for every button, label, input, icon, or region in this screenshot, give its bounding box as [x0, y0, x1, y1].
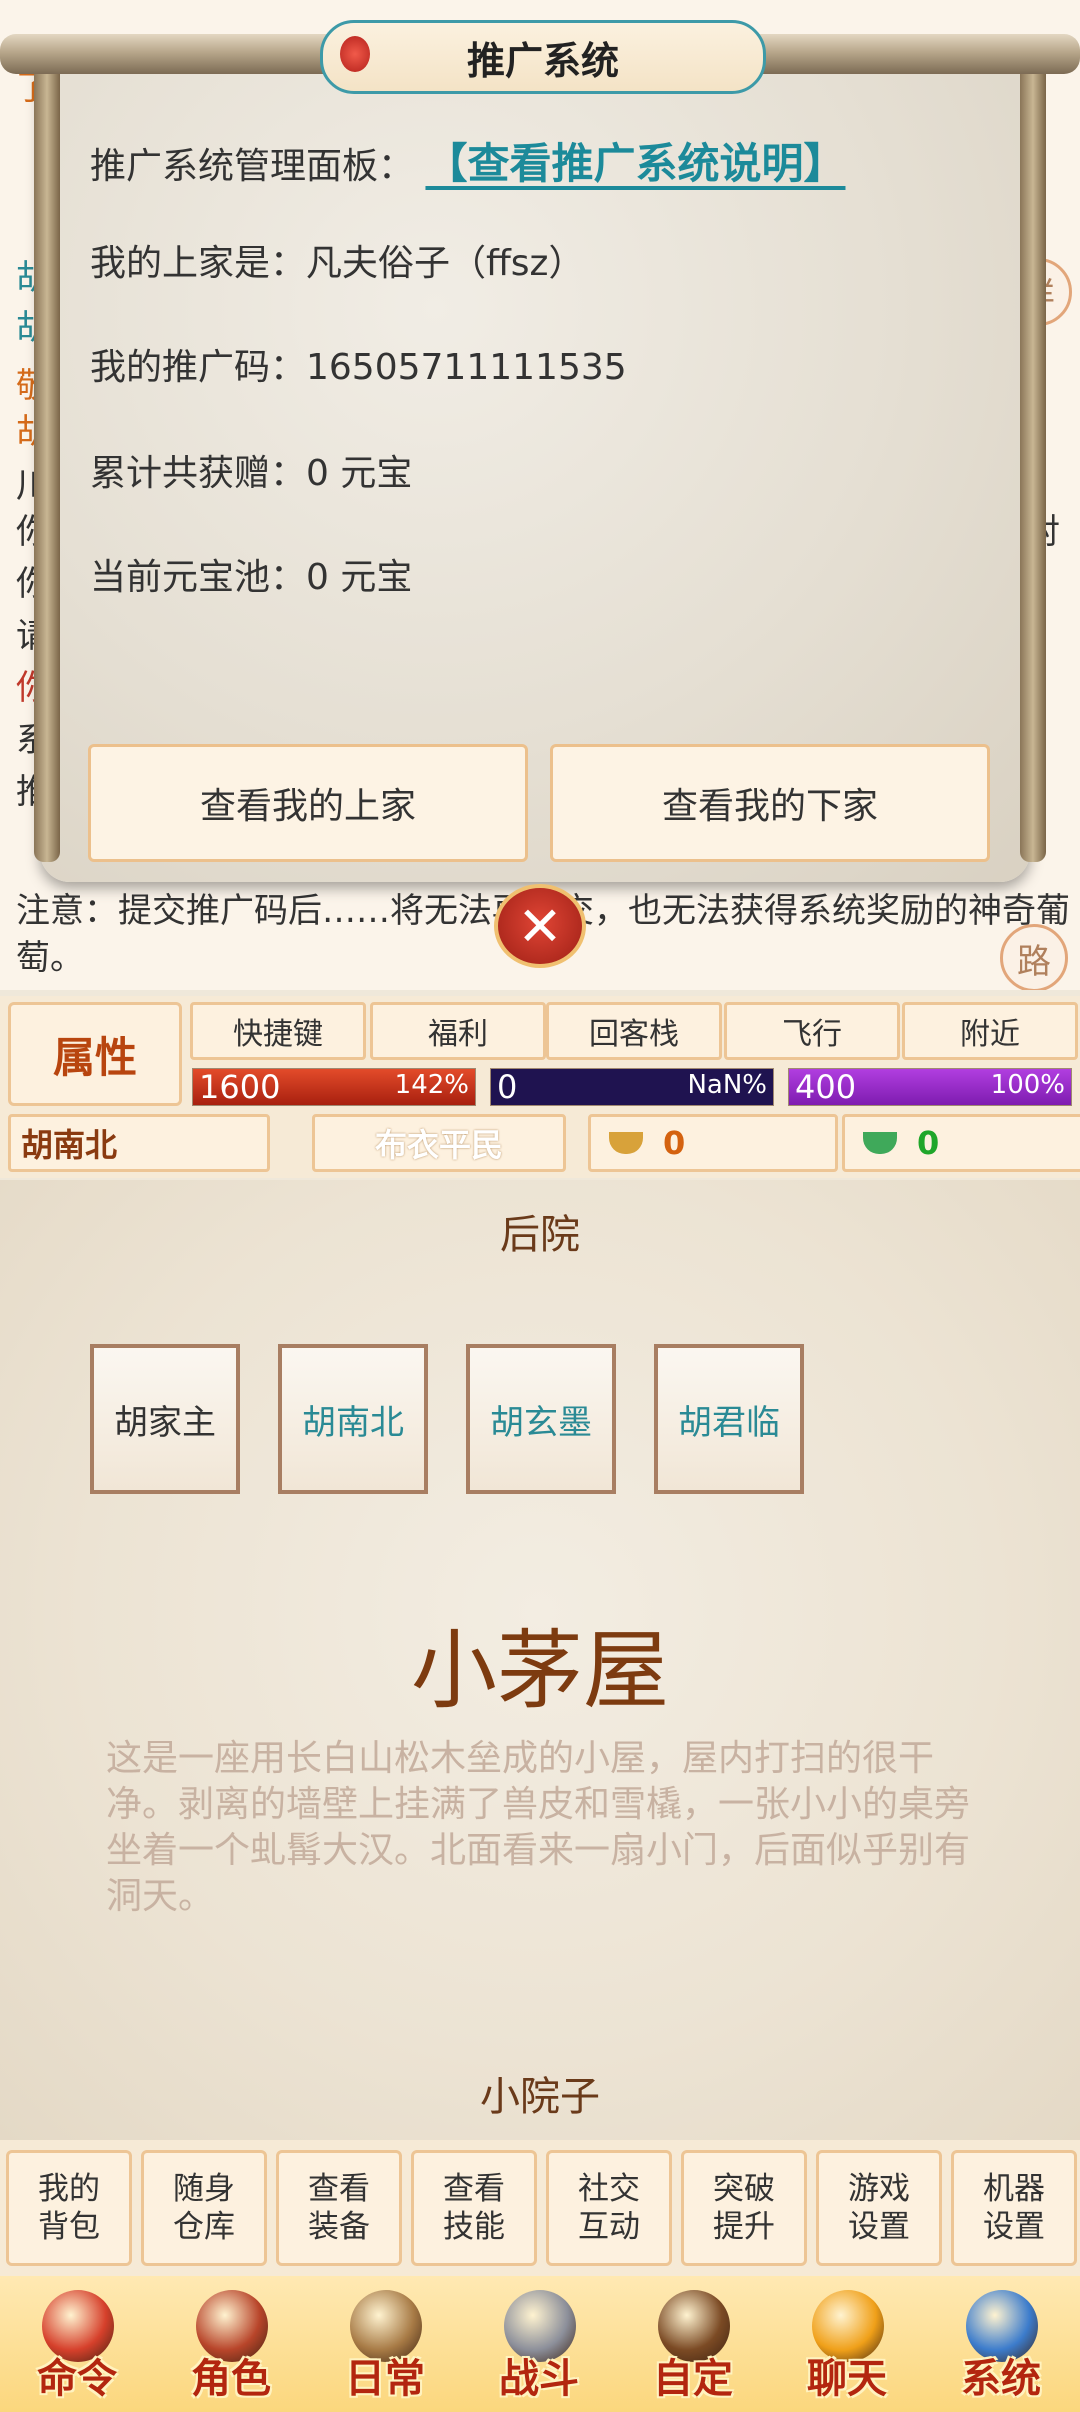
- tab-shortcuts[interactable]: 快捷键: [190, 1002, 366, 1060]
- nav-label: 角色: [191, 2355, 271, 2402]
- dialog-title-text: 推广系统: [466, 38, 619, 83]
- scroll-edge: [1020, 40, 1046, 862]
- view-upline-button[interactable]: 查看我的上家: [88, 744, 528, 862]
- nav-label: 系统: [961, 2355, 1041, 2402]
- exit-south[interactable]: 小院子: [0, 2064, 1080, 2122]
- tab-inn[interactable]: 回客栈: [546, 1002, 722, 1060]
- player-rank: 布衣平民: [312, 1114, 566, 1172]
- mp-bar: 0 NaN%: [490, 1068, 774, 1106]
- player-rank-text: 布衣平民: [374, 1126, 503, 1164]
- command-row: 我的 背包 随身 仓库 查看 装备 查看 技能 社交 互动 突破 提升 游戏 设置 机器 设置: [0, 2140, 1080, 2276]
- nav-character[interactable]: 角色: [156, 2276, 306, 2412]
- nav-label: 命令: [37, 2355, 117, 2402]
- nav-daily[interactable]: 日常: [310, 2276, 460, 2412]
- route-button[interactable]: 路: [1000, 924, 1068, 990]
- npc-card[interactable]: 胡君临: [654, 1344, 804, 1494]
- total-gift: 累计共获赠：0 元宝: [90, 453, 413, 494]
- storage-button[interactable]: 随身 仓库: [141, 2150, 267, 2266]
- skills-button[interactable]: 查看 技能: [411, 2150, 537, 2266]
- nav-label: 日常: [345, 2355, 425, 2402]
- view-downline-button[interactable]: 查看我的下家: [550, 744, 990, 862]
- hp-bar: 1600 142%: [192, 1068, 476, 1106]
- tab-fly[interactable]: 飞行: [724, 1002, 900, 1060]
- lantern-icon: [340, 36, 370, 72]
- exit-north[interactable]: 后院: [0, 1202, 1080, 1260]
- scroll-edge: [34, 40, 60, 862]
- backpack-button[interactable]: 我的 背包: [6, 2150, 132, 2266]
- close-icon[interactable]: ✕: [494, 884, 586, 968]
- exp-value: 400: [795, 1068, 857, 1106]
- player-name-text: 胡南北: [21, 1126, 118, 1164]
- npc-card[interactable]: 胡南北: [278, 1344, 428, 1494]
- gold-count: 0: [663, 1124, 686, 1162]
- game-settings-button[interactable]: 游戏 设置: [816, 2150, 942, 2266]
- silver-count: 0: [917, 1124, 940, 1162]
- panel-label: 推广系统管理面板：: [90, 146, 415, 187]
- nav-chat[interactable]: 聊天: [772, 2276, 922, 2412]
- social-button[interactable]: 社交 互动: [546, 2150, 672, 2266]
- dialog-title: 推广系统: [320, 20, 766, 94]
- panel-row: 推广系统管理面板： 【查看推广系统说明】: [90, 130, 845, 191]
- room-description: 这是一座用长白山松木垒成的小屋，屋内打扫的很干净。剥离的墙壁上挂满了兽皮和雪橇，…: [106, 1738, 971, 1917]
- bot-settings-button[interactable]: 机器 设置: [951, 2150, 1077, 2266]
- room-title: 小茅屋: [411, 1621, 669, 1721]
- gold-ingot: 0: [588, 1114, 838, 1172]
- help-link[interactable]: 【查看推广系统说明】: [425, 139, 845, 188]
- tab-nearby[interactable]: 附近: [902, 1002, 1078, 1060]
- promo-code: 我的推广码：16505711111535: [90, 347, 627, 388]
- nav-system[interactable]: 系统: [926, 2276, 1076, 2412]
- mp-percent: NaN%: [687, 1070, 767, 1100]
- npc-card[interactable]: 胡玄墨: [466, 1344, 616, 1494]
- gold-ingot-icon: [609, 1132, 643, 1154]
- equipment-button[interactable]: 查看 装备: [276, 2150, 402, 2266]
- nav-command[interactable]: 命令: [2, 2276, 152, 2412]
- nav-custom[interactable]: 自定: [618, 2276, 768, 2412]
- breakthrough-button[interactable]: 突破 提升: [681, 2150, 807, 2266]
- nav-label: 战斗: [499, 2355, 579, 2402]
- hp-percent: 142%: [394, 1070, 469, 1100]
- exp-percent: 100%: [990, 1070, 1065, 1100]
- nav-label: 聊天: [807, 2355, 887, 2402]
- silver-ingot-icon: [863, 1132, 897, 1154]
- status-bar: 属性 快捷键 福利 回客栈 飞行 附近 1600 142% 0 NaN% 400…: [0, 996, 1080, 1178]
- bottom-nav: 命令 角色 日常 战斗 自定 聊天 系统: [0, 2276, 1080, 2412]
- hp-value: 1600: [199, 1068, 281, 1106]
- nav-battle[interactable]: 战斗: [464, 2276, 614, 2412]
- exp-bar: 400 100%: [788, 1068, 1072, 1106]
- silver-ingot: 0: [842, 1114, 1080, 1172]
- npc-card[interactable]: 胡家主: [90, 1344, 240, 1494]
- upline-info: 我的上家是：凡夫俗子（ffsz）: [90, 243, 585, 284]
- tab-welfare[interactable]: 福利: [370, 1002, 546, 1060]
- mp-value: 0: [497, 1068, 518, 1106]
- attributes-button[interactable]: 属性: [8, 1002, 182, 1106]
- nav-label: 自定: [653, 2355, 733, 2402]
- player-name[interactable]: 胡南北: [8, 1114, 270, 1172]
- ingot-pool: 当前元宝池：0 元宝: [90, 557, 413, 598]
